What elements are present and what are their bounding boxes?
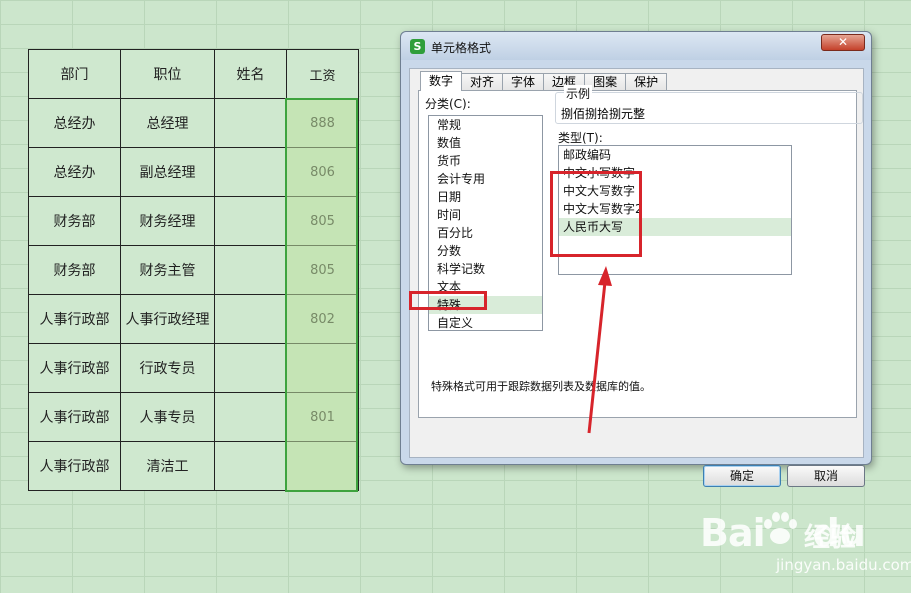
category-item[interactable]: 数值 xyxy=(429,134,542,152)
table-cell[interactable] xyxy=(214,98,287,148)
column-header[interactable]: 姓名 xyxy=(214,49,287,99)
table-cell[interactable]: 805 xyxy=(286,245,359,295)
table-row: 财务部 财务经理 805 xyxy=(28,196,359,246)
category-item[interactable]: 百分比 xyxy=(429,224,542,242)
tab-page-number: 分类(C): 常规 数值 货币 会计专用 日期 时间 百分比 分数 科学记数 文本 特殊 自定义 示例… xyxy=(418,85,863,418)
category-item[interactable]: 货币 xyxy=(429,152,542,170)
tab-item[interactable]: 保护 xyxy=(625,73,668,91)
table-row: 人事行政部 人事专员 801 xyxy=(28,392,359,442)
format-description: 特殊格式可用于跟踪数据列表及数据库的值。 xyxy=(431,380,651,393)
table-cell[interactable] xyxy=(286,343,359,393)
tab-item[interactable]: 数字 xyxy=(420,71,463,91)
table-cell[interactable]: 人事专员 xyxy=(120,392,215,442)
table-cell[interactable]: 801 xyxy=(286,392,359,442)
table-cell[interactable] xyxy=(214,245,287,295)
cancel-button[interactable]: 取消 xyxy=(787,465,865,487)
table-cell[interactable] xyxy=(286,441,359,491)
type-item[interactable]: 邮政编码 xyxy=(559,146,791,164)
type-label: 类型(T): xyxy=(558,131,603,145)
table-row: 人事行政部 清洁工 xyxy=(28,441,359,491)
table-cell[interactable]: 802 xyxy=(286,294,359,344)
table-cell[interactable]: 财务主管 xyxy=(120,245,215,295)
close-button[interactable]: ✕ xyxy=(821,34,865,51)
table-cell[interactable]: 805 xyxy=(286,196,359,246)
category-item[interactable]: 会计专用 xyxy=(429,170,542,188)
watermark-url: jingyan.baidu.com xyxy=(776,556,911,574)
type-item[interactable]: 中文小写数字 xyxy=(559,164,791,182)
dialog-titlebar[interactable]: S 单元格格式 ✕ xyxy=(401,32,871,60)
table-cell[interactable] xyxy=(214,343,287,393)
category-item[interactable]: 分数 xyxy=(429,242,542,260)
table-cell[interactable]: 人事行政部 xyxy=(28,294,121,344)
baidu-brand-text: 经验 xyxy=(804,523,857,553)
category-item[interactable]: 文本 xyxy=(429,278,542,296)
sample-group: 示例 捌佰捌拾捌元整 xyxy=(555,85,863,124)
category-item[interactable]: 常规 xyxy=(429,116,542,134)
table-cell[interactable]: 副总经理 xyxy=(120,147,215,197)
ok-button[interactable]: 确定 xyxy=(703,465,781,487)
category-item[interactable]: 特殊 xyxy=(429,296,542,314)
sample-value: 捌佰捌拾捌元整 xyxy=(561,107,646,121)
category-item[interactable]: 科学记数 xyxy=(429,260,542,278)
paw-icon xyxy=(764,512,797,544)
type-item[interactable]: 中文大写数字 xyxy=(559,182,791,200)
table-cell[interactable]: 人事行政部 xyxy=(28,392,121,442)
table-cell[interactable]: 806 xyxy=(286,147,359,197)
table-cell[interactable]: 人事行政经理 xyxy=(120,294,215,344)
sample-label: 示例 xyxy=(564,85,593,102)
table-cell[interactable]: 财务部 xyxy=(28,196,121,246)
table-cell[interactable] xyxy=(214,147,287,197)
format-cells-dialog: S 单元格格式 ✕ 数字 对齐 字体 边框 图案 保护 分类(C): 常规 数值 货币 会计专用… xyxy=(400,31,872,487)
type-item[interactable]: 中文大写数字2 xyxy=(559,200,791,218)
table-cell[interactable]: 总经理 xyxy=(120,98,215,148)
table-cell[interactable]: 行政专员 xyxy=(120,343,215,393)
category-item[interactable]: 日期 xyxy=(429,188,542,206)
column-header[interactable]: 部门 xyxy=(28,49,121,99)
table-cell[interactable] xyxy=(214,392,287,442)
tab-item[interactable]: 字体 xyxy=(502,73,545,91)
category-item[interactable]: 时间 xyxy=(429,206,542,224)
table-row: 人事行政部 行政专员 xyxy=(28,343,359,393)
table-row: 总经办 副总经理 806 xyxy=(28,147,359,197)
table-cell[interactable]: 清洁工 xyxy=(120,441,215,491)
tab-strip: 数字 对齐 字体 边框 图案 保护 xyxy=(420,71,668,91)
type-item[interactable]: 人民币大写 xyxy=(559,218,791,236)
dialog-body: 数字 对齐 字体 边框 图案 保护 分类(C): 常规 数值 货币 会计专用 日期 时间 百分比 分数科… xyxy=(409,68,865,487)
table-cell[interactable] xyxy=(214,441,287,491)
spreadsheet-body: 部门 职位 姓名 工资 总经办 总经理 888 总经办 副总经理 806 财务部 财务经理 805 财务部… xyxy=(28,49,359,491)
table-row: 人事行政部 人事行政经理 802 xyxy=(28,294,359,344)
tab-item[interactable]: 对齐 xyxy=(461,73,504,91)
column-header[interactable]: 工资 xyxy=(286,49,359,99)
column-header[interactable]: 职位 xyxy=(120,49,215,99)
table-cell[interactable]: 财务部 xyxy=(28,245,121,295)
table-row: 总经办 总经理 888 xyxy=(28,98,359,148)
dialog-title: 单元格格式 xyxy=(431,41,492,55)
table-row: 财务部 财务主管 805 xyxy=(28,245,359,295)
type-list[interactable]: 邮政编码 中文小写数字 中文大写数字 中文大写数字2 人民币大写 xyxy=(558,145,792,275)
category-item[interactable]: 自定义 xyxy=(429,314,542,330)
app-icon: S xyxy=(410,39,425,54)
table-cell[interactable] xyxy=(214,196,287,246)
table-cell[interactable]: 财务经理 xyxy=(120,196,215,246)
table-cell[interactable]: 总经办 xyxy=(28,98,121,148)
category-label: 分类(C): xyxy=(425,97,471,111)
category-list[interactable]: 常规 数值 货币 会计专用 日期 时间 百分比 分数 科学记数 文本 特殊 自定义 xyxy=(428,115,543,331)
spreadsheet-table: 部门 职位 姓名 工资 总经办 总经理 888 总经办 副总经理 806 财务部 财务经理 805 财务部… xyxy=(28,49,359,491)
table-cell[interactable] xyxy=(214,294,287,344)
table-cell[interactable]: 人事行政部 xyxy=(28,441,121,491)
table-cell[interactable]: 人事行政部 xyxy=(28,343,121,393)
table-cell[interactable]: 总经办 xyxy=(28,147,121,197)
header-row: 部门 职位 姓名 工资 xyxy=(28,49,359,99)
table-cell[interactable]: 888 xyxy=(286,98,359,148)
